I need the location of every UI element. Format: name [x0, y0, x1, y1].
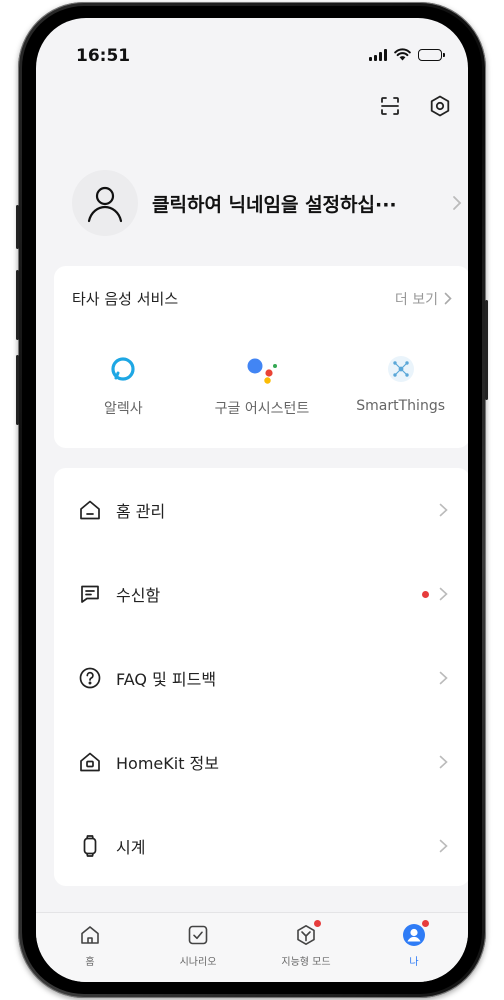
chevron-right-icon — [453, 196, 462, 210]
help-icon — [76, 664, 104, 692]
menu-item-faq-feedback[interactable]: FAQ 및 피드백 — [54, 636, 468, 720]
notification-badge — [313, 919, 322, 928]
status-bar: 16:51 — [36, 18, 468, 90]
chevron-right-icon — [439, 503, 448, 517]
home-icon — [76, 496, 104, 524]
tab-scenario[interactable]: 시나리오 — [144, 913, 252, 982]
status-time: 16:51 — [76, 46, 131, 66]
service-label: 구글 어시스턴트 — [214, 401, 310, 417]
notification-badge — [421, 919, 430, 928]
menu-item-home-management[interactable]: 홈 관리 — [54, 468, 468, 552]
profile-row[interactable]: 클릭하여 닉네임을 설정하십··· — [72, 158, 462, 248]
tab-label: 지능형 모드 — [281, 957, 331, 968]
avatar[interactable] — [72, 170, 138, 236]
tab-home[interactable]: 홈 — [36, 913, 144, 982]
app-screen: 16:51 클릭하여 닉네임을 설정하십··· 타사 음성 서비스 더 보기 알… — [36, 18, 468, 982]
unread-dot — [422, 590, 429, 598]
scenario-icon — [184, 921, 212, 949]
menu-item-label: 시계 — [116, 838, 146, 857]
home-tab-icon — [76, 921, 104, 949]
menu-item-label: HomeKit 정보 — [116, 754, 219, 773]
volume-up-button — [16, 270, 19, 340]
voice-services-card: 타사 음성 서비스 더 보기 알렉사 구글 어시스턴트 SmartThings — [54, 266, 468, 448]
tab-label: 홈 — [85, 957, 95, 968]
voice-services-header: 타사 음성 서비스 더 보기 — [72, 288, 452, 309]
nickname-label[interactable]: 클릭하여 닉네임을 설정하십··· — [152, 190, 432, 217]
menu-item-watch[interactable]: 시계 — [54, 804, 468, 888]
service-label: SmartThings — [356, 398, 445, 414]
menu-card: 홈 관리 수신함 FAQ 및 피드백 HomeKit 정보 시계 — [54, 468, 468, 886]
voice-services-list: 알렉사 구글 어시스턴트 SmartThings — [54, 352, 468, 418]
user-icon — [87, 186, 123, 223]
menu-item-inbox[interactable]: 수신함 — [54, 552, 468, 636]
volume-down-button — [16, 355, 19, 425]
service-alexa[interactable]: 알렉사 — [58, 352, 188, 418]
service-google-assistant[interactable]: 구글 어시스턴트 — [197, 352, 327, 418]
settings-icon[interactable] — [426, 92, 454, 120]
chevron-right-icon — [439, 671, 448, 685]
chevron-right-icon — [439, 755, 448, 769]
me-icon — [400, 919, 430, 949]
tab-smart-mode[interactable]: 지능형 모드 — [252, 913, 360, 982]
battery-icon — [418, 48, 445, 61]
scan-icon[interactable] — [376, 92, 404, 120]
smart-mode-icon — [292, 919, 322, 949]
more-label: 더 보기 — [394, 291, 438, 308]
more-button[interactable]: 더 보기 — [395, 289, 452, 309]
status-icons — [369, 48, 445, 61]
menu-item-label: 홈 관리 — [116, 502, 166, 521]
mute-switch — [16, 205, 19, 249]
menu-item-homekit-info[interactable]: HomeKit 정보 — [54, 720, 468, 804]
voice-services-title: 타사 음성 서비스 — [72, 290, 179, 308]
tab-label: 나 — [409, 957, 419, 968]
tab-bar: 홈 시나리오 지능형 모드 나 — [36, 912, 468, 982]
tab-label: 시나리오 — [179, 957, 217, 968]
top-actions — [376, 92, 454, 120]
smartthings-icon — [384, 352, 418, 386]
power-button — [485, 300, 488, 400]
chevron-right-icon — [439, 839, 448, 853]
tab-me[interactable]: 나 — [360, 913, 468, 982]
service-smartthings[interactable]: SmartThings — [336, 352, 466, 418]
alexa-icon — [106, 352, 140, 386]
signal-icon — [369, 48, 387, 61]
chevron-right-icon — [439, 587, 448, 601]
google-assistant-icon — [245, 352, 279, 386]
homekit-icon — [76, 748, 104, 776]
wifi-icon — [394, 48, 411, 61]
menu-item-label: 수신함 — [116, 586, 161, 605]
watch-icon — [76, 832, 104, 860]
inbox-icon — [76, 580, 104, 608]
service-label: 알렉사 — [104, 401, 143, 417]
menu-item-label: FAQ 및 피드백 — [116, 670, 217, 689]
chevron-right-icon — [444, 292, 452, 305]
